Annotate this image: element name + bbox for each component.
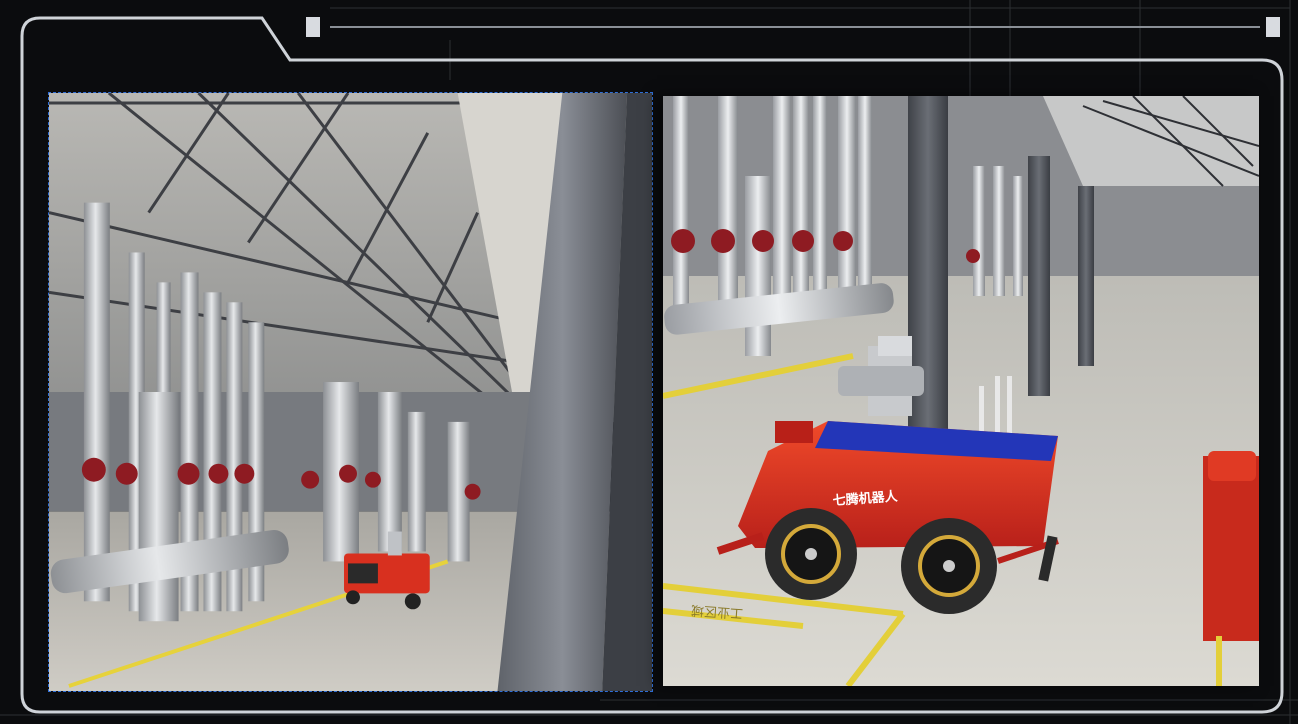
frame-marker-right: [1266, 17, 1280, 37]
hud-frame: [20, 16, 1284, 714]
scene: 七腾机器人 工业区域: [0, 0, 1298, 724]
frame-marker-left: [306, 17, 320, 37]
